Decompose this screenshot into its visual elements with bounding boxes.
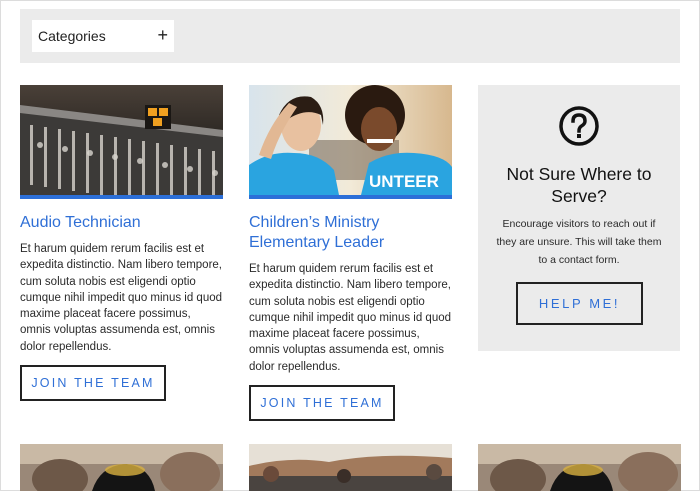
card-title[interactable]: Children’s Ministry Elementary Leader <box>249 213 452 253</box>
card-title[interactable]: Audio Technician <box>20 213 223 233</box>
shirt-text: UNTEER <box>369 172 439 191</box>
join-the-team-button[interactable]: JOIN THE TEAM <box>20 365 166 402</box>
filter-bar: Categories + <box>20 9 680 63</box>
opportunity-card: UNTEER Children’s Ministry Elementary Le… <box>249 85 452 422</box>
question-circle-icon <box>559 106 599 146</box>
card-description: Et harum quidem rerum facilis est et exp… <box>20 243 223 353</box>
help-me-button[interactable]: HELP ME! <box>516 282 643 325</box>
categories-dropdown[interactable]: Categories + <box>32 20 174 52</box>
categories-label: Categories <box>38 28 106 44</box>
volunteers-selfie-image: UNTEER <box>249 85 452 195</box>
help-title: Not Sure Where to Serve? <box>506 164 652 206</box>
card-accent-bar <box>20 195 223 199</box>
card-accent-bar <box>249 195 452 199</box>
help-panel: Not Sure Where to Serve? Encourage visit… <box>478 85 680 351</box>
join-the-team-button[interactable]: JOIN THE TEAM <box>249 385 395 422</box>
audio-mixing-console-image <box>20 85 223 195</box>
group-outdoors-canyon-image <box>249 444 452 491</box>
card-description: Et harum quidem rerum facilis est et exp… <box>249 263 452 373</box>
crowd-with-cap-image <box>20 444 223 491</box>
opportunity-card: Audio Technician Et harum quidem rerum f… <box>20 85 223 402</box>
help-description: Encourage visitors to reach out if they … <box>496 218 662 266</box>
crowd-with-cap-image <box>478 444 681 491</box>
plus-icon: + <box>157 25 168 45</box>
